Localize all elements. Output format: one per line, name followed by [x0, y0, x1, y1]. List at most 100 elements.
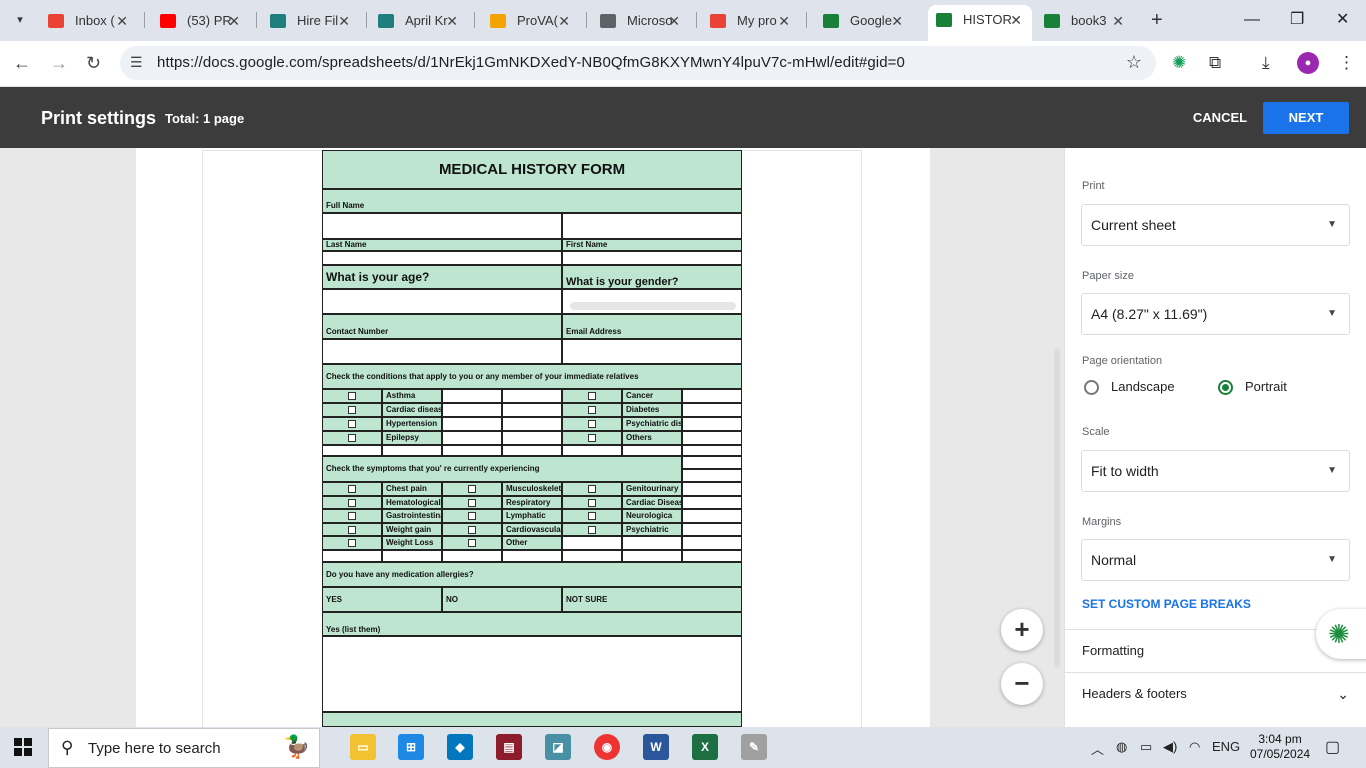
more-menu-icon[interactable]: ⋮	[1338, 52, 1355, 74]
tab-8[interactable]: HISTOR ✕	[928, 5, 1032, 41]
tab-2[interactable]: Hire Fil ✕	[262, 8, 360, 34]
symptoms-question: Check the symptoms that you' re currentl…	[322, 456, 682, 482]
checkbox-icon	[468, 512, 476, 521]
tab-1[interactable]: (53) PR ✕	[152, 8, 250, 34]
portrait-label[interactable]: Portrait	[1245, 379, 1287, 394]
blank-cell	[682, 469, 742, 482]
email-label: Email Address	[562, 314, 742, 339]
extensions-puzzle-icon[interactable]: ⧉	[1209, 52, 1221, 74]
windows-taskbar: ⚲ Type here to search 🦆 ▭ ⊞ ◆ ▤ ◪ ◉ W X …	[0, 727, 1366, 768]
site-info-icon[interactable]: ☰	[130, 54, 143, 71]
checkbox-icon	[588, 434, 596, 442]
windows-start-icon[interactable]	[14, 738, 32, 756]
landscape-label[interactable]: Landscape	[1111, 379, 1175, 394]
restore-icon[interactable]: ❐	[1290, 8, 1304, 32]
set-custom-page-breaks-link[interactable]: SET CUSTOM PAGE BREAKS	[1082, 597, 1251, 611]
zoom-in-button[interactable]: +	[1001, 609, 1043, 651]
symptom-a-label: Hematological	[382, 495, 442, 510]
tab-close-icon[interactable]: ✕	[558, 8, 570, 34]
notifications-icon[interactable]: ▢	[1325, 737, 1340, 757]
excel-icon[interactable]: X	[692, 734, 718, 760]
back-icon[interactable]: ←	[13, 52, 31, 74]
checkbox-icon	[468, 539, 476, 548]
download-icon[interactable]: ⤓	[1262, 52, 1270, 74]
wifi-icon[interactable]: ◠	[1189, 739, 1200, 755]
zoom-out-button[interactable]: −	[1001, 663, 1043, 705]
meet-now-icon[interactable]: ◍	[1116, 739, 1127, 755]
chrome-icon[interactable]: ◉	[594, 734, 620, 760]
scale-select[interactable]: Fit to width ▼	[1081, 450, 1350, 492]
profile-avatar[interactable]: ●	[1297, 52, 1319, 74]
blank-cell	[502, 389, 562, 403]
search-placeholder: Type here to search	[88, 740, 221, 757]
symptom-a-label: Gastrointestina	[382, 509, 442, 523]
tab-close-icon[interactable]: ✕	[1112, 8, 1124, 34]
show-hidden-icons-chevron[interactable]: ︿	[1091, 739, 1104, 758]
symptom-b-label: Cardiovascular	[502, 522, 562, 537]
landscape-radio[interactable]	[1084, 380, 1099, 395]
tab-close-icon[interactable]: ✕	[668, 8, 680, 34]
url-text[interactable]: https://docs.google.com/spreadsheets/d/1…	[157, 54, 905, 71]
form-title: MEDICAL HISTORY FORM	[322, 150, 742, 189]
blank-cell	[442, 445, 502, 456]
system-clock[interactable]: 3:04 pm 07/05/2024	[1250, 732, 1310, 762]
tab-close-icon[interactable]: ✕	[446, 8, 458, 34]
tab-close-icon[interactable]: ✕	[778, 8, 790, 34]
tab-5[interactable]: Microso ✕	[592, 8, 690, 34]
preview-scrollbar[interactable]	[1054, 348, 1060, 668]
paint-icon[interactable]: ✎	[741, 734, 767, 760]
tab-0[interactable]: Inbox (✕	[40, 8, 138, 34]
print-select[interactable]: Current sheet ▼	[1081, 204, 1350, 246]
blank-cell	[682, 445, 742, 456]
tab-separator	[806, 12, 807, 28]
tab-close-icon[interactable]: ✕	[1010, 5, 1022, 35]
omnibox[interactable]: ☰ https://docs.google.com/spreadsheets/d…	[120, 46, 1156, 80]
formatting-label: Formatting	[1082, 643, 1145, 658]
next-button[interactable]: NEXT	[1263, 102, 1349, 134]
youtube-icon	[160, 14, 176, 28]
margins-select[interactable]: Normal ▼	[1081, 539, 1350, 581]
battery-icon[interactable]: ▭	[1140, 739, 1152, 755]
paper-size-select[interactable]: A4 (8.27" x 11.69") ▼	[1081, 293, 1350, 335]
checkbox-icon	[588, 485, 596, 493]
tab-4[interactable]: ProVA(✕	[482, 8, 580, 34]
reload-icon[interactable]: ↻	[86, 52, 101, 74]
tab-close-icon[interactable]: ✕	[891, 8, 903, 34]
notes-icon[interactable]: ◪	[545, 734, 571, 760]
gemini-sparkle-icon[interactable]: ✺	[1316, 609, 1366, 659]
tab-close-icon[interactable]: ✕	[116, 8, 128, 34]
tab-close-icon[interactable]: ✕	[228, 8, 240, 34]
condition-right-label: Diabetes	[622, 403, 682, 417]
language-indicator[interactable]: ENG	[1212, 739, 1240, 754]
allergy-question: Do you have any medication allergies?	[322, 562, 742, 587]
forward-icon[interactable]: →	[50, 52, 68, 74]
tab-close-icon[interactable]: ✕	[338, 8, 350, 34]
close-window-icon[interactable]: ✕	[1336, 8, 1349, 32]
teamviewer-icon[interactable]: ◆	[447, 734, 473, 760]
tab-7[interactable]: Google ✕	[815, 8, 913, 34]
tab-separator	[144, 12, 145, 28]
tab-separator	[586, 12, 587, 28]
bookmark-star-icon[interactable]: ☆	[1126, 52, 1142, 73]
tab-9[interactable]: book3 ✕	[1036, 8, 1134, 34]
chatgpt-extension-icon[interactable]: ✺	[1172, 52, 1186, 74]
winrar-icon[interactable]: ▤	[496, 734, 522, 760]
tab-title: book3	[1071, 13, 1107, 28]
new-tab-plus-icon[interactable]: +	[1151, 8, 1163, 32]
minimize-icon[interactable]: —	[1244, 8, 1260, 32]
volume-icon[interactable]: ◀)	[1163, 739, 1177, 755]
store-icon[interactable]: ⊞	[398, 734, 424, 760]
tab-6[interactable]: My pro ✕	[702, 8, 800, 34]
headers-footers-section[interactable]: Headers & footers ⌄	[1065, 672, 1366, 715]
tab-search-chevron-icon[interactable]: ▾	[8, 8, 32, 32]
portrait-radio[interactable]	[1218, 380, 1233, 395]
condition-left-label: Hypertension	[382, 417, 442, 431]
word-icon[interactable]: W	[643, 734, 669, 760]
total-pages: Total: 1 page	[165, 111, 245, 126]
taskbar-search-box[interactable]: ⚲ Type here to search 🦆	[48, 728, 320, 768]
cancel-button[interactable]: CANCEL	[1184, 104, 1256, 132]
gender-question: What is your gender?	[562, 265, 742, 289]
file-explorer-icon[interactable]: ▭	[350, 734, 376, 760]
checkbox-icon	[348, 434, 356, 442]
tab-3[interactable]: April Kr ✕	[370, 8, 468, 34]
